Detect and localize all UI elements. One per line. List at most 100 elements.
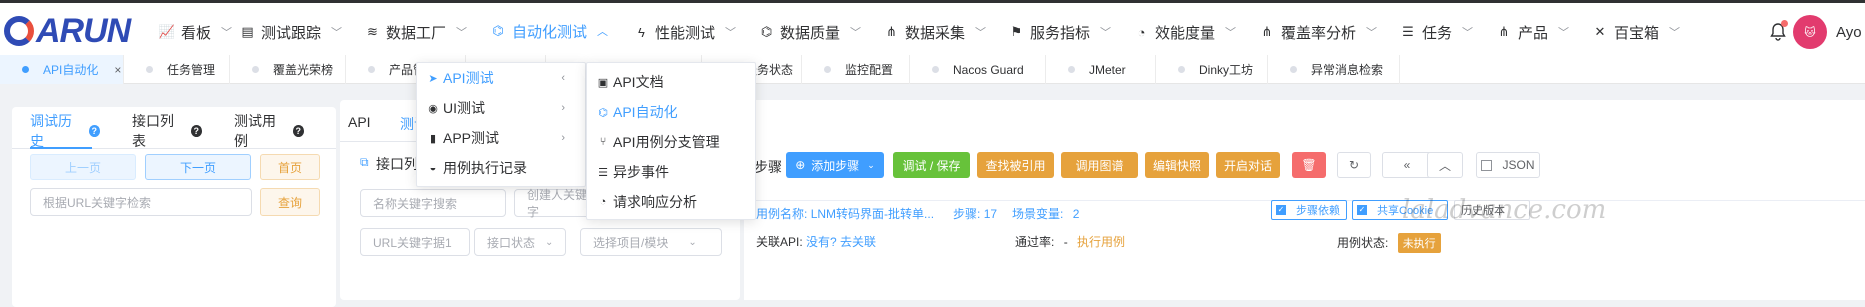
nav-item-5[interactable]: ⌬ 数据质量 ﹀: [760, 3, 861, 61]
menu-item-label: APP测试: [443, 130, 500, 146]
menu-item-robot[interactable]: ⌬ API自动化: [587, 97, 755, 127]
query-button[interactable]: 查询: [260, 188, 320, 216]
bell-icon[interactable]: [1770, 20, 1788, 41]
page-tab-8[interactable]: Nacos Guard: [910, 55, 1046, 84]
url-search-input[interactable]: 根据URL关键字检索: [30, 188, 252, 216]
avatar[interactable]: 🐱: [1793, 15, 1827, 49]
name-search-input[interactable]: 名称关键字搜索: [360, 189, 506, 217]
collapse-up-button[interactable]: ︿: [1427, 152, 1463, 178]
case-name[interactable]: LNM转码界面-批转单...: [811, 207, 934, 221]
nav-item-3[interactable]: ⌬ 自动化测试 ︿: [491, 3, 611, 61]
call-graph-button[interactable]: 调用图谱: [1061, 152, 1138, 178]
menu-item-label: 请求响应分析: [613, 194, 697, 210]
main-nav: 📈 看板 ﹀ ▤ 测试跟踪 ﹀ ≋ 数据工厂 ﹀ ⌬ 自动化测试 ︿ ϟ 性能测试 ﹀ ⌬ 数据质量 ﹀ ⋔ 数据采集…: [159, 3, 1680, 61]
menu-item-pie-chart[interactable]: ◔ 请求响应分析: [587, 187, 755, 217]
nav-item-6[interactable]: ⋔ 数据采集 ﹀: [885, 3, 986, 61]
chevron-down-icon: ﹀: [975, 27, 986, 39]
branch-icon: ⑂: [599, 136, 607, 148]
nav-item-4[interactable]: ϟ 性能测试 ﹀: [635, 3, 736, 61]
debug-save-button[interactable]: 调试 / 保存: [893, 152, 970, 178]
prev-page-button[interactable]: 上一页: [30, 154, 136, 180]
page-tab-0[interactable]: API自动化 ×: [0, 55, 124, 84]
nav-item-label: 效能度量: [1154, 24, 1215, 42]
menu-item-send[interactable]: ➤ API测试 ‹: [417, 63, 585, 93]
steps-label: 步骤:: [953, 207, 981, 221]
status-select[interactable]: 接口状态 ⌄: [474, 228, 566, 256]
tab-api[interactable]: API: [348, 114, 371, 130]
delete-button[interactable]: 🗑: [1292, 152, 1326, 178]
close-icon[interactable]: ×: [114, 63, 121, 77]
robot-icon: ⌬: [598, 106, 608, 119]
related-api-label: 关联API:: [756, 235, 803, 249]
menu-item-label: 异步事件: [613, 164, 669, 180]
checkbox-label: 步骤依赖: [1296, 205, 1340, 217]
collapse-left-button[interactable]: «: [1382, 152, 1432, 178]
automation-submenu: ➤ API测试 ‹ ◉ UI测试 › ▮ APP测试 › ◒ 用例执行记录: [416, 62, 586, 187]
page-tab-label: API自动化: [43, 63, 99, 77]
page-tab-7[interactable]: 监控配置: [802, 55, 910, 84]
edit-snapshot-button[interactable]: 编辑快照: [1145, 152, 1209, 178]
open-dialog-button[interactable]: 开启对话: [1216, 152, 1280, 178]
logo[interactable]: ARUN: [4, 12, 131, 50]
chevron-down-icon: ﹀: [1669, 27, 1680, 39]
nav-item-2[interactable]: ≋ 数据工厂 ﹀: [366, 3, 467, 61]
menu-item-list[interactable]: ☰ 异步事件: [587, 157, 755, 187]
nav-item-label: 测试跟踪: [260, 24, 321, 42]
nav-item-12[interactable]: ✕ 百宝箱 ﹀: [1593, 3, 1680, 61]
tab-dot: [1068, 66, 1075, 73]
pie-chart-icon: ◔: [599, 196, 607, 208]
question-icon: ?: [190, 125, 202, 137]
copy-icon: ⧉: [360, 155, 369, 169]
username[interactable]: Ayo: [1836, 24, 1862, 41]
steps-title: 步骤: [754, 159, 782, 175]
tab-dot: [252, 66, 259, 73]
nav-item-label: 任务: [1421, 24, 1452, 42]
menu-item-gamepad[interactable]: ◒ 用例执行记录: [417, 153, 585, 183]
nav-item-8[interactable]: ◔ 效能度量 ﹀: [1135, 3, 1236, 61]
nav-item-label: 产品: [1517, 24, 1548, 42]
tab-dot: [368, 66, 375, 73]
page-tab-1[interactable]: 任务管理: [124, 55, 230, 84]
related-api-link[interactable]: 没有? 去关联: [806, 235, 876, 249]
add-step-button[interactable]: ⊕ 添加步骤 ⌄: [786, 152, 884, 178]
nav-item-10[interactable]: ☰ 任务 ﹀: [1401, 3, 1473, 61]
tab-debug-history[interactable]: 调试历史?: [30, 113, 100, 149]
find-references-button[interactable]: 查找被引用: [977, 152, 1054, 178]
json-toggle-button[interactable]: JSON: [1476, 152, 1540, 178]
pass-rate-row: 通过率: - 执行用例: [1015, 233, 1125, 250]
sitemap-icon: ⋔: [886, 24, 897, 39]
page-tab-label: Dinky工坊: [1199, 63, 1254, 77]
execute-case-link[interactable]: 执行用例: [1077, 235, 1125, 249]
chevron-down-icon: ﹀: [1558, 27, 1569, 39]
page-tab-10[interactable]: Dinky工坊: [1156, 55, 1268, 84]
double-chevron-left-icon: «: [1403, 158, 1411, 172]
menu-item-compass[interactable]: ◉ UI测试 ›: [417, 93, 585, 123]
step-dep-checkbox[interactable]: ✓ 步骤依赖: [1271, 200, 1347, 220]
nav-item-label: 覆盖率分析: [1280, 24, 1356, 42]
tab-test-cases[interactable]: 测试用例?: [234, 113, 304, 149]
nav-item-7[interactable]: ⚑ 服务指标 ﹀: [1010, 3, 1111, 61]
page-tab-label: 异常消息检索: [1311, 63, 1384, 77]
menu-item-branch[interactable]: ⑂ API用例分支管理: [587, 127, 755, 157]
chevron-down-icon: ﹀: [1100, 27, 1111, 39]
page-tab-2[interactable]: 覆盖光荣榜: [230, 55, 346, 84]
page-tab-11[interactable]: 异常消息检索: [1268, 55, 1400, 84]
refresh-icon: ↻: [1348, 158, 1360, 172]
chevron-right-icon: ›: [561, 132, 565, 144]
first-page-button[interactable]: 首页: [260, 154, 320, 180]
next-page-button[interactable]: 下一页: [145, 154, 251, 180]
tab-api-list[interactable]: 接口列表?: [132, 113, 202, 149]
nav-item-11[interactable]: ⋔ 产品 ﹀: [1497, 3, 1569, 61]
creator-search-input[interactable]: 创建人关键字: [514, 188, 594, 219]
url-keyword-input[interactable]: URL关键字据1: [360, 228, 470, 256]
nav-item-1[interactable]: ▤ 测试跟踪 ﹀: [241, 3, 342, 61]
page-tab-9[interactable]: JMeter: [1046, 55, 1156, 84]
nav-item-9[interactable]: ⋔ 覆盖率分析 ﹀: [1260, 3, 1377, 61]
nav-item-0[interactable]: 📈 看板 ﹀: [159, 3, 232, 61]
nav-item-label: 服务指标: [1029, 24, 1090, 42]
menu-item-mobile[interactable]: ▮ APP测试 ›: [417, 123, 585, 153]
refresh-button[interactable]: ↻: [1337, 152, 1371, 178]
menu-item-book[interactable]: ▣ API文档: [587, 67, 755, 97]
project-select[interactable]: 选择项目/模块 ⌄: [580, 228, 722, 256]
nav-item-label: 百宝箱: [1613, 24, 1659, 42]
